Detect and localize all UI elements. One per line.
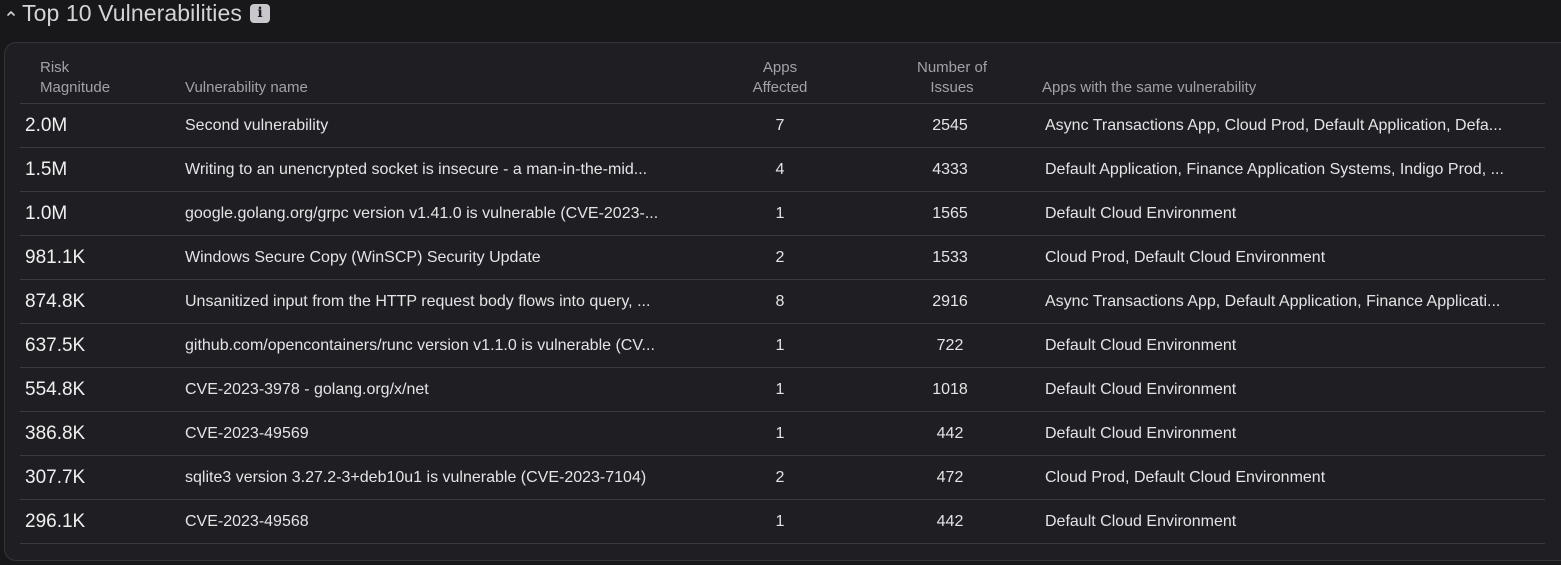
vulnerability-name-cell[interactable]: Windows Secure Copy (WinSCP) Security Up…: [185, 236, 690, 279]
apps-same-vulnerability-cell: Default Cloud Environment: [1045, 337, 1237, 354]
column-apps-affected[interactable]: Apps Affected: [730, 58, 830, 98]
apps-affected-cell: 1: [775, 425, 785, 442]
apps-same-vulnerability-cell: Cloud Prod, Default Cloud Environment: [1045, 469, 1326, 486]
apps-affected-cell: 2: [775, 249, 785, 266]
column-name-label: Vulnerability name: [185, 79, 308, 96]
column-issues-label-line1: Number of: [916, 59, 988, 76]
number-of-issues-cell: 2916: [932, 293, 968, 310]
risk-magnitude-cell: 1.0M: [25, 203, 68, 224]
number-of-issues-cell: 1533: [932, 249, 968, 266]
column-apps-label-line2: Affected: [752, 79, 808, 96]
column-risk-label-line2: Magnitude: [40, 79, 111, 96]
table-row[interactable]: 554.8K CVE-2023-3978 - golang.org/x/net …: [20, 368, 1545, 412]
number-of-issues-cell: 472: [936, 469, 964, 486]
vulnerability-name-cell[interactable]: google.golang.org/grpc version v1.41.0 i…: [185, 192, 690, 235]
apps-affected-cell: 7: [775, 117, 785, 134]
apps-affected-cell: 4: [775, 161, 785, 178]
vulnerability-name-cell[interactable]: Writing to an unencrypted socket is inse…: [185, 148, 690, 191]
apps-affected-cell: 1: [775, 513, 785, 530]
table-row[interactable]: 1.0M google.golang.org/grpc version v1.4…: [20, 192, 1545, 236]
apps-affected-cell: 1: [775, 205, 785, 222]
vulnerability-name-cell[interactable]: CVE-2023-3978 - golang.org/x/net: [185, 368, 690, 411]
apps-affected-cell: 2: [775, 469, 785, 486]
number-of-issues-cell: 442: [936, 425, 964, 442]
table-row[interactable]: 307.7K sqlite3 version 3.27.2-3+deb10u1 …: [20, 456, 1545, 500]
number-of-issues-cell: 4333: [932, 161, 968, 178]
apps-same-vulnerability-cell: Default Cloud Environment: [1045, 205, 1237, 222]
apps-same-vulnerability-cell: Async Transactions App, Cloud Prod, Defa…: [1045, 117, 1503, 134]
risk-magnitude-cell: 2.0M: [25, 115, 68, 136]
table-row[interactable]: 637.5K github.com/opencontainers/runc ve…: [20, 324, 1545, 368]
risk-magnitude-cell: 307.7K: [25, 467, 86, 488]
apps-same-vulnerability-cell: Default Cloud Environment: [1045, 381, 1237, 398]
apps-same-vulnerability-cell: Default Cloud Environment: [1045, 425, 1237, 442]
apps-same-vulnerability-cell: Cloud Prod, Default Cloud Environment: [1045, 249, 1326, 266]
column-issues-label-line2: Issues: [930, 79, 974, 96]
column-risk-magnitude[interactable]: Risk Magnitude: [40, 58, 110, 98]
table-row[interactable]: 296.1K CVE-2023-49568 1 442 Default Clou…: [20, 500, 1545, 544]
apps-affected-cell: 1: [775, 337, 785, 354]
apps-affected-cell: 1: [775, 381, 785, 398]
section-header: Top 10 Vulnerabilities i: [0, 0, 270, 26]
vulnerabilities-table: Risk Magnitude Vulnerability name Apps A…: [4, 42, 1561, 561]
table-row[interactable]: 981.1K Windows Secure Copy (WinSCP) Secu…: [20, 236, 1545, 280]
vulnerability-name-cell[interactable]: CVE-2023-49569: [185, 412, 690, 455]
column-same-label: Apps with the same vulnerability: [1042, 79, 1257, 96]
risk-magnitude-cell: 981.1K: [25, 247, 86, 268]
table-body: 2.0M Second vulnerability 7 2545 Async T…: [20, 104, 1545, 544]
column-apps-same-vulnerability[interactable]: Apps with the same vulnerability: [1042, 78, 1256, 98]
risk-magnitude-cell: 554.8K: [25, 379, 86, 400]
number-of-issues-cell: 1018: [932, 381, 968, 398]
risk-magnitude-cell: 296.1K: [25, 511, 86, 532]
info-icon[interactable]: i: [249, 3, 270, 23]
apps-same-vulnerability-cell: Default Application, Finance Application…: [1045, 161, 1504, 178]
chevron-up-icon[interactable]: [0, 0, 22, 26]
number-of-issues-cell: 1565: [932, 205, 968, 222]
apps-same-vulnerability-cell: Async Transactions App, Default Applicat…: [1045, 293, 1501, 310]
table-row[interactable]: 386.8K CVE-2023-49569 1 442 Default Clou…: [20, 412, 1545, 456]
apps-same-vulnerability-cell: Default Cloud Environment: [1045, 513, 1237, 530]
table-header: Risk Magnitude Vulnerability name Apps A…: [20, 43, 1545, 104]
risk-magnitude-cell: 874.8K: [25, 291, 86, 312]
risk-magnitude-cell: 637.5K: [25, 335, 86, 356]
column-risk-label-line1: Risk: [40, 59, 70, 76]
risk-magnitude-cell: 386.8K: [25, 423, 86, 444]
vulnerability-name-cell[interactable]: Second vulnerability: [185, 104, 690, 147]
vulnerability-name-cell[interactable]: sqlite3 version 3.27.2-3+deb10u1 is vuln…: [185, 456, 690, 499]
section-title: Top 10 Vulnerabilities: [22, 0, 242, 26]
risk-magnitude-cell: 1.5M: [25, 159, 68, 180]
table-row[interactable]: 1.5M Writing to an unencrypted socket is…: [20, 148, 1545, 192]
number-of-issues-cell: 442: [936, 513, 964, 530]
vulnerability-name-cell[interactable]: github.com/opencontainers/runc version v…: [185, 324, 690, 367]
table-row[interactable]: 2.0M Second vulnerability 7 2545 Async T…: [20, 104, 1545, 148]
column-vulnerability-name[interactable]: Vulnerability name: [185, 78, 308, 98]
column-number-of-issues[interactable]: Number of Issues: [897, 58, 1007, 98]
vulnerability-name-cell[interactable]: CVE-2023-49568: [185, 500, 690, 543]
number-of-issues-cell: 2545: [932, 117, 968, 134]
column-apps-label-line1: Apps: [762, 59, 798, 76]
vulnerability-name-cell[interactable]: Unsanitized input from the HTTP request …: [185, 280, 690, 323]
table-row[interactable]: 874.8K Unsanitized input from the HTTP r…: [20, 280, 1545, 324]
number-of-issues-cell: 722: [936, 337, 964, 354]
apps-affected-cell: 8: [775, 293, 785, 310]
